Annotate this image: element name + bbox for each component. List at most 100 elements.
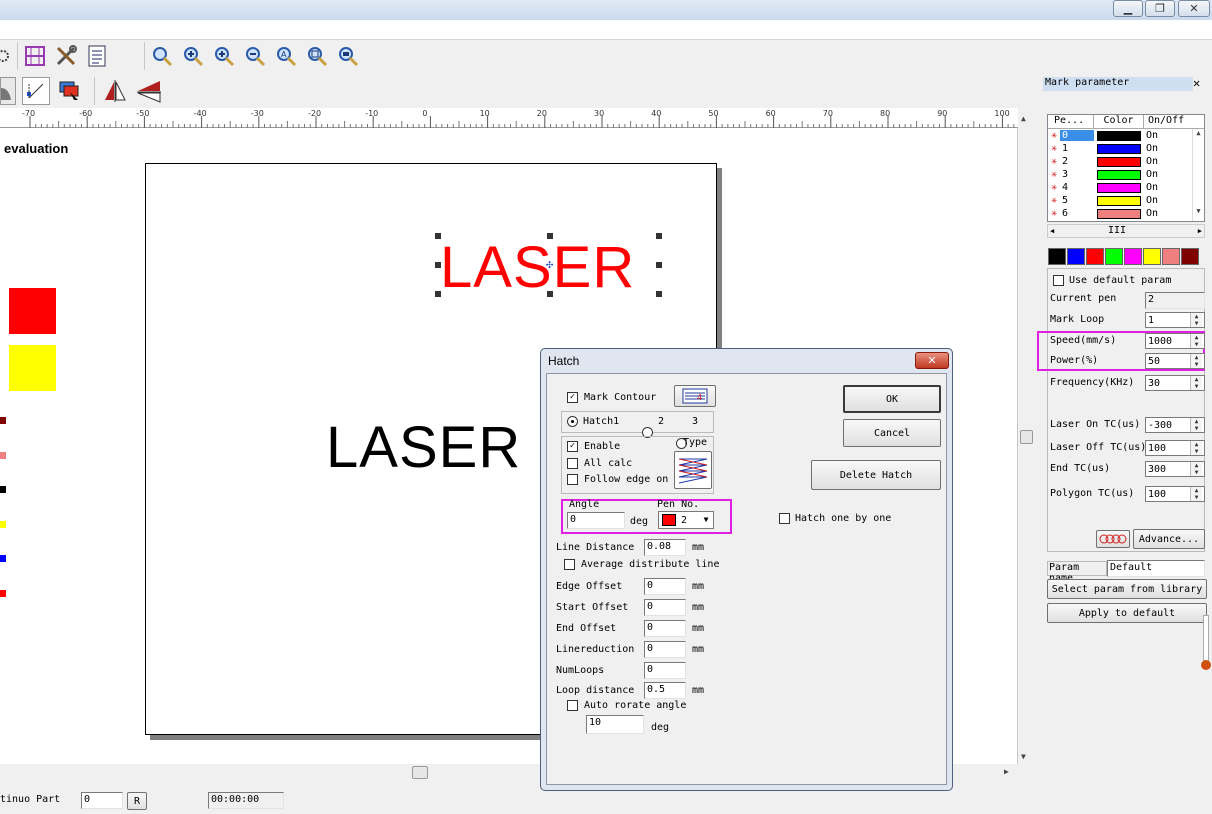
mirror-horizontal-icon[interactable]	[101, 77, 129, 105]
selection-handle[interactable]	[656, 262, 662, 268]
tools-icon[interactable]	[52, 42, 80, 70]
auto-rotate-checkbox[interactable]	[567, 700, 578, 711]
vertical-scrollbar[interactable]: ▲ ▼	[1018, 108, 1035, 764]
pen-row[interactable]: ✳ 2 On	[1048, 155, 1204, 168]
laser-off-spinner[interactable]: 100 ▲ ▼	[1145, 440, 1205, 456]
dialog-close-button[interactable]: ✕	[915, 352, 949, 369]
scroll-down-icon[interactable]: ▼	[1021, 752, 1026, 761]
frequency-spinner[interactable]: 30 ▲ ▼	[1145, 375, 1205, 391]
spin-arrows-icon[interactable]: ▲ ▼	[1190, 441, 1202, 455]
pen-row[interactable]: ✳ 0 On	[1048, 129, 1204, 142]
palette-color[interactable]	[1086, 248, 1104, 265]
spin-arrows-icon[interactable]: ▲ ▼	[1190, 313, 1202, 327]
column-color[interactable]: Color	[1094, 115, 1144, 128]
reset-button[interactable]: R	[127, 792, 147, 810]
apply-default-button[interactable]: Apply to default	[1047, 603, 1207, 623]
power-value[interactable]: 50	[1148, 356, 1160, 367]
palette-color[interactable]	[1143, 248, 1161, 265]
ok-button[interactable]: OK	[843, 385, 941, 413]
end-tc-spinner[interactable]: 300 ▲ ▼	[1145, 461, 1205, 477]
restore-button[interactable]: ❐	[1145, 0, 1175, 17]
speed-value[interactable]: 1000	[1148, 336, 1172, 347]
part-count-field[interactable]: 0	[81, 792, 123, 809]
zoom-in-alt-icon[interactable]	[210, 42, 238, 70]
pen-row[interactable]: ✳ 1 On	[1048, 142, 1204, 155]
power-spinner[interactable]: 50 ▲ ▼	[1145, 353, 1205, 369]
hatch1-radio[interactable]	[567, 416, 578, 427]
zoom-out-icon[interactable]	[241, 42, 269, 70]
close-button[interactable]: ✕	[1178, 0, 1210, 17]
palette-color[interactable]	[1105, 248, 1123, 265]
zoom-select-icon[interactable]	[334, 42, 362, 70]
mark-contour-checkbox[interactable]: ✓	[567, 392, 578, 403]
spin-arrows-icon[interactable]: ▲ ▼	[1190, 487, 1202, 501]
spin-arrows-icon[interactable]: ▲ ▼	[1190, 418, 1202, 432]
scroll-up-icon[interactable]: ▲	[1021, 114, 1026, 123]
spin-arrows-icon[interactable]: ▲ ▼	[1190, 334, 1202, 348]
mark-loop-value[interactable]: 1	[1148, 315, 1154, 326]
end-tc-value[interactable]: 300	[1148, 464, 1166, 475]
zoom-fit-icon[interactable]: A	[272, 42, 300, 70]
delete-hatch-button[interactable]: Delete Hatch	[811, 460, 941, 490]
contour-style-button[interactable]: 4	[674, 385, 716, 407]
zoom-in-icon[interactable]	[179, 42, 207, 70]
palette-color[interactable]	[1181, 248, 1199, 265]
laser-on-spinner[interactable]: -300 ▲ ▼	[1145, 417, 1205, 433]
spin-arrows-icon[interactable]: ▲ ▼	[1190, 354, 1202, 368]
minimize-button[interactable]: ▁	[1113, 0, 1143, 17]
end-offset-field[interactable]: 0	[644, 620, 686, 637]
pen-row[interactable]: ✳ 5 On	[1048, 194, 1204, 207]
selection-handle[interactable]	[547, 291, 553, 297]
selection-handle[interactable]	[547, 233, 553, 239]
dropdown-arrow-icon[interactable]: ▼	[699, 513, 713, 527]
auto-rotate-field[interactable]: 10	[586, 715, 644, 734]
selection-handle[interactable]	[435, 233, 441, 239]
spin-arrows-icon[interactable]: ▲ ▼	[1190, 462, 1202, 476]
column-pen[interactable]: Pe...	[1048, 115, 1094, 128]
selection-handle[interactable]	[435, 262, 441, 268]
linereduction-field[interactable]: 0	[644, 641, 686, 658]
zoom-icon[interactable]	[148, 42, 176, 70]
laser-on-value[interactable]: -300	[1148, 420, 1172, 431]
panel-close-icon[interactable]: ✕	[1193, 76, 1200, 90]
advance-button[interactable]: Advance...	[1133, 529, 1205, 549]
palette-color[interactable]	[1124, 248, 1142, 265]
polygon-tc-value[interactable]: 100	[1148, 489, 1166, 500]
all-calc-checkbox[interactable]	[567, 458, 578, 469]
speed-spinner[interactable]: 1000 ▲ ▼	[1145, 333, 1205, 349]
laser-text-black[interactable]: LASER	[326, 413, 521, 483]
wobble-button[interactable]	[1096, 530, 1130, 548]
mirror-vertical-icon[interactable]	[135, 77, 163, 105]
selection-handle[interactable]	[435, 291, 441, 297]
list-icon[interactable]	[83, 42, 111, 70]
layers-icon[interactable]	[56, 77, 84, 105]
frequency-value[interactable]: 30	[1148, 378, 1160, 389]
pen-list-vscroll[interactable]: ▲ ▼	[1192, 129, 1204, 221]
laser-off-value[interactable]: 100	[1148, 443, 1166, 454]
shape-icon[interactable]	[0, 77, 16, 105]
pen-row[interactable]: ✳ 6 On	[1048, 207, 1204, 220]
vertical-scroll-thumb[interactable]	[1020, 430, 1033, 444]
enable-checkbox[interactable]: ✓	[567, 441, 578, 452]
angle-field[interactable]: 0	[567, 512, 625, 529]
hatch-one-by-one-checkbox[interactable]	[779, 513, 790, 524]
param-name-field[interactable]: Default	[1107, 560, 1205, 577]
use-default-checkbox[interactable]	[1053, 275, 1064, 286]
scroll-right-icon[interactable]: ▶	[1004, 767, 1009, 776]
follow-edge-checkbox[interactable]	[567, 474, 578, 485]
cancel-button[interactable]: Cancel	[843, 419, 941, 447]
pen-list-hscroll[interactable]: ◀ III ▶	[1047, 224, 1205, 238]
mark-loop-spinner[interactable]: 1 ▲ ▼	[1145, 312, 1205, 328]
gear-icon[interactable]	[0, 42, 14, 70]
horizontal-scroll-thumb[interactable]	[412, 766, 428, 779]
pen-row[interactable]: ✳ 4 On	[1048, 181, 1204, 194]
start-offset-field[interactable]: 0	[644, 599, 686, 616]
line-distance-field[interactable]: 0.08	[644, 539, 686, 556]
selection-handle[interactable]	[656, 291, 662, 297]
hatch-icon[interactable]	[21, 42, 49, 70]
palette-color[interactable]	[1048, 248, 1066, 265]
pen-list[interactable]: Pe... Color On/Off ✳ 0 On ✳ 1 On ✳ 2 On ✳ 3 On ✳ 4 On ✳…	[1047, 114, 1205, 222]
edge-offset-field[interactable]: 0	[644, 578, 686, 595]
select-library-button[interactable]: Select param from library	[1047, 579, 1207, 599]
node-icon[interactable]	[22, 77, 50, 105]
